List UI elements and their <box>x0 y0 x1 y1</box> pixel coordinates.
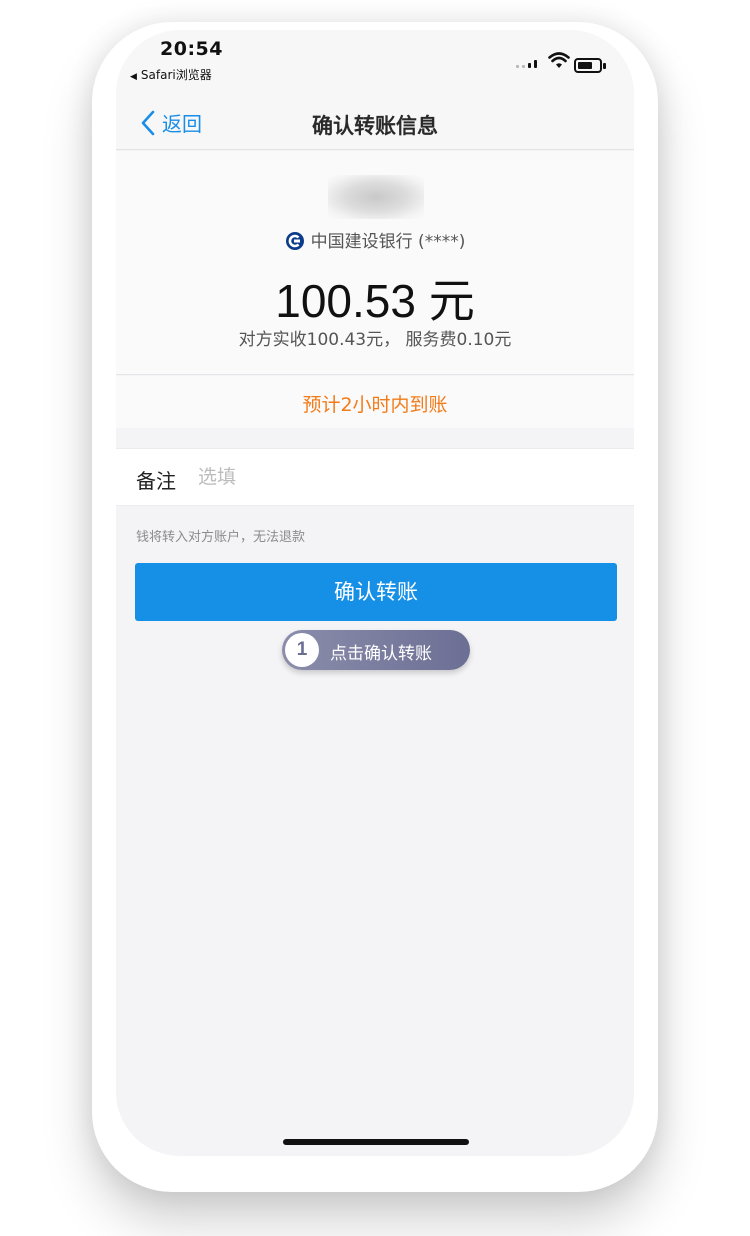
back-to-app-link[interactable]: ◀ Safari浏览器 <box>130 66 212 83</box>
step-hint-text: 点击确认转账 <box>330 644 432 664</box>
phone-frame: 20:54 ◀ Safari浏览器 返回 确认转账信息 中国建设银行 (****… <box>108 22 642 1164</box>
note-row: 备注 <box>116 448 634 506</box>
transfer-info-card: 中国建设银行 (****) 100.53 元 对方实收100.43元， 服务费0… <box>116 151 634 375</box>
status-bar: 20:54 ◀ Safari浏览器 <box>116 30 634 98</box>
page-title: 确认转账信息 <box>312 114 438 138</box>
note-input[interactable] <box>198 462 598 492</box>
ccb-bank-logo-icon <box>285 232 304 250</box>
eta-row: 预计2小时内到账 <box>116 376 634 428</box>
bank-name: 中国建设银行 (****) <box>310 232 466 252</box>
home-indicator[interactable] <box>283 1139 469 1145</box>
arrival-estimate: 预计2小时内到账 <box>302 394 448 416</box>
transfer-amount: 100.53 元 <box>275 275 475 327</box>
back-app-label: Safari浏览器 <box>140 68 212 82</box>
fee-breakdown: 对方实收100.43元， 服务费0.10元 <box>238 330 512 350</box>
nav-bar: 返回 确认转账信息 <box>116 98 634 150</box>
signal-icon <box>516 60 537 68</box>
confirm-transfer-button[interactable]: 确认转账 <box>135 563 617 621</box>
screen: 20:54 ◀ Safari浏览器 返回 确认转账信息 中国建设银行 (****… <box>116 30 634 1156</box>
bank-info: 中国建设银行 (****) <box>116 227 634 252</box>
step-hint-badge: 1 点击确认转账 <box>282 630 470 670</box>
wifi-icon <box>548 52 570 68</box>
refund-warning: 钱将转入对方账户，无法退款 <box>136 530 306 545</box>
step-number: 1 <box>285 633 319 667</box>
battery-icon <box>574 58 606 73</box>
status-time: 20:54 <box>160 38 223 60</box>
payee-name-blurred <box>328 175 424 219</box>
note-label: 备注 <box>136 469 176 493</box>
back-triangle-icon: ◀ <box>130 72 137 82</box>
